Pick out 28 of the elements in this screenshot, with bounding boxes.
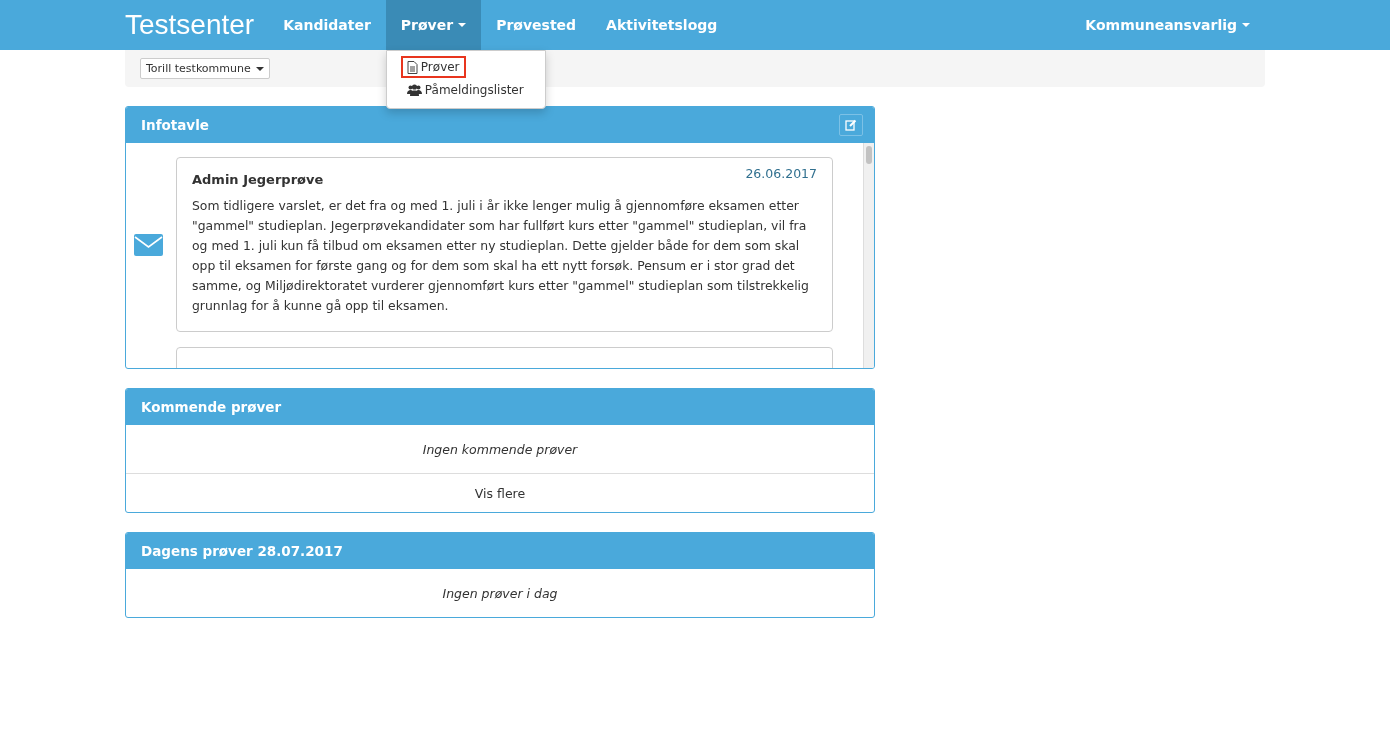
caret-icon — [255, 66, 264, 71]
show-more-link[interactable]: Vis flere — [474, 485, 526, 501]
panel-title: Dagens prøver 28.07.2017 — [141, 543, 343, 559]
user-menu[interactable]: Kommuneansvarlig — [1070, 0, 1265, 50]
menu-item[interactable]: Påmeldingslister — [400, 79, 530, 101]
message-text: Som tidligere varslet, er det fra og med 1. juli i år ikke lenger mulig å gjennomføre eksamen etter "gammel" studieplan. Jegerprøvekandidater som har fullført kurs etter "gammel" studieplan, vil fra og med 1. juli kun få tilbud om eksamen etter ny studieplan. Dette gjelder både for dem som skal opp til eksamen for første gang og for dem som skal ha ett nytt forsøk. Pensum er i stor grad det samme, og Miljødirektoratet vurderer gjennomført kurs etter "gammel" studieplan som tilstrekkelig grunnlag for å kunne gå opp til eksamen. — [192, 197, 810, 315]
menu-label: Påmeldingslister — [424, 83, 524, 97]
edit-icon — [845, 119, 857, 131]
nav-item[interactable]: Kandidater — [268, 0, 386, 50]
nav-item[interactable]: Aktivitetslogg — [591, 0, 733, 50]
edit-button[interactable] — [839, 114, 863, 136]
nav-item[interactable]: Prøver — [385, 0, 482, 50]
panel-title: Infotavle — [141, 117, 209, 133]
scrollbar[interactable] — [863, 143, 874, 368]
caret-icon — [1242, 23, 1250, 27]
users-icon — [406, 84, 422, 96]
menu-item[interactable]: Prøver — [400, 56, 466, 78]
empty-message: Ingen prøver i dag — [442, 585, 558, 601]
envelope-icon — [134, 233, 163, 256]
menu-label: Prøver — [420, 60, 460, 74]
municipality-select[interactable]: Torill testkommune — [140, 58, 270, 79]
panel-title: Kommende prøver — [141, 399, 282, 415]
brand-logo[interactable]: Testsenter — [125, 0, 255, 50]
message-date: 26.06.2017 — [745, 166, 817, 181]
empty-message: Ingen kommende prøver — [422, 441, 578, 457]
document-icon — [406, 60, 418, 74]
nav-item[interactable]: Prøvested — [481, 0, 592, 50]
message-author: Admin Jegerprøve — [192, 172, 324, 187]
